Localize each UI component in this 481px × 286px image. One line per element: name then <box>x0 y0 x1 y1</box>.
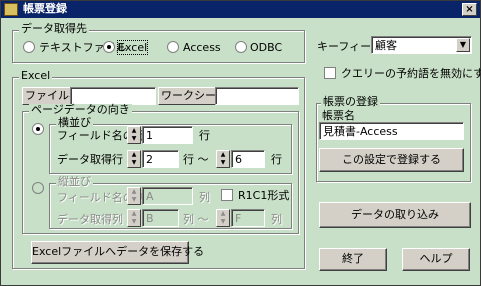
key-field-value: 顧客 <box>375 39 397 52</box>
spin-down-icon[interactable]: ▼ <box>217 218 229 226</box>
data-row-range-sep: 行 〜 <box>183 153 209 166</box>
data-col-from-spinner[interactable]: ▲ ▼ <box>127 209 141 227</box>
spin-down-icon[interactable]: ▼ <box>128 196 140 204</box>
data-row-label: データ取得行 <box>57 153 123 166</box>
field-row-input[interactable]: 1 <box>142 126 193 144</box>
spin-down-icon[interactable]: ▼ <box>128 159 140 167</box>
orientation-legend: ページデータの向き <box>29 103 132 116</box>
spin-down-icon[interactable]: ▼ <box>128 218 140 226</box>
exit-button[interactable]: 終了 <box>319 248 387 271</box>
radio-odbc-label[interactable]: ODBC <box>250 41 282 54</box>
save-to-excel-button[interactable]: Excelファイルへデータを保存する <box>31 241 204 264</box>
excel-legend: Excel <box>19 69 53 82</box>
radio-excel[interactable] <box>103 41 115 53</box>
data-col-to-spinner[interactable]: ▲ ▼ <box>216 209 230 227</box>
exit-button-label: 終了 <box>342 252 364 265</box>
data-col-from-input[interactable]: B <box>142 209 179 227</box>
data-row-to-input[interactable]: 6 <box>231 150 265 168</box>
horizontal-legend: 横並び <box>56 116 93 129</box>
import-data-button[interactable]: データの取り込み <box>319 202 471 228</box>
data-col-range-sep: 列 〜 <box>183 213 209 226</box>
vertical-legend: 縦並び <box>56 175 93 188</box>
report-name-input[interactable]: 見積書-Access <box>319 122 464 140</box>
app-icon <box>4 3 18 16</box>
field-row-spinner[interactable]: ▲ ▼ <box>127 126 141 144</box>
report-name-label: 帳票名 <box>322 109 355 122</box>
field-col-unit: 列 <box>199 191 210 204</box>
spin-up-icon[interactable]: ▲ <box>128 127 140 135</box>
spin-up-icon[interactable]: ▲ <box>217 151 229 159</box>
close-button[interactable]: × <box>462 3 477 16</box>
data-col-label: データ取得列 <box>57 213 123 226</box>
data-source-legend: データ取得先 <box>19 22 89 35</box>
save-to-excel-label: Excelファイルへデータを保存する <box>32 245 205 258</box>
register-button-label: この設定で登録する <box>342 153 441 166</box>
spin-down-icon[interactable]: ▼ <box>128 135 140 143</box>
field-row-unit: 行 <box>199 129 210 142</box>
spin-up-icon[interactable]: ▲ <box>217 210 229 218</box>
r1c1-checkbox[interactable] <box>221 189 233 201</box>
data-row-from-input[interactable]: 2 <box>142 150 179 168</box>
radio-horizontal[interactable] <box>32 123 44 135</box>
register-button[interactable]: この設定で登録する <box>319 148 464 172</box>
data-row-from-spinner[interactable]: ▲ ▼ <box>127 150 141 168</box>
import-data-label: データの取り込み <box>351 208 439 221</box>
help-button-label: ヘルプ <box>419 252 453 265</box>
key-field-select[interactable]: 顧客 ▼ <box>371 36 472 54</box>
window-title: 帳票登録 <box>23 2 67 15</box>
radio-odbc[interactable] <box>235 41 247 53</box>
data-col-to-input[interactable]: F <box>231 209 265 227</box>
data-row-to-spinner[interactable]: ▲ ▼ <box>216 150 230 168</box>
title-bar: 帳票登録 × <box>1 1 480 18</box>
chevron-down-icon[interactable]: ▼ <box>456 38 470 52</box>
radio-access-label[interactable]: Access <box>183 41 221 54</box>
data-row-unit: 行 <box>271 153 282 166</box>
r1c1-label[interactable]: R1C1形式 <box>238 189 289 202</box>
register-legend: 帳票の登録 <box>321 95 380 108</box>
spin-down-icon[interactable]: ▼ <box>217 159 229 167</box>
sheet-name-input[interactable] <box>215 87 299 105</box>
spin-up-icon[interactable]: ▲ <box>128 188 140 196</box>
radio-text-file[interactable] <box>23 41 35 53</box>
dialog-window: 帳票登録 × データ取得先 テキストファイル Excel Access ODBC… <box>0 0 481 286</box>
radio-access[interactable] <box>167 41 179 53</box>
disable-reserved-label[interactable]: クエリーの予約語を無効にする <box>341 67 481 80</box>
field-col-input[interactable]: A <box>142 187 193 205</box>
radio-excel-label[interactable]: Excel <box>116 40 149 55</box>
spin-up-icon[interactable]: ▲ <box>128 151 140 159</box>
field-col-spinner[interactable]: ▲ ▼ <box>127 187 141 205</box>
spin-up-icon[interactable]: ▲ <box>128 210 140 218</box>
data-col-unit: 列 <box>271 213 282 226</box>
radio-vertical[interactable] <box>32 182 44 194</box>
disable-reserved-checkbox[interactable] <box>324 67 336 79</box>
help-button[interactable]: ヘルプ <box>402 248 470 271</box>
